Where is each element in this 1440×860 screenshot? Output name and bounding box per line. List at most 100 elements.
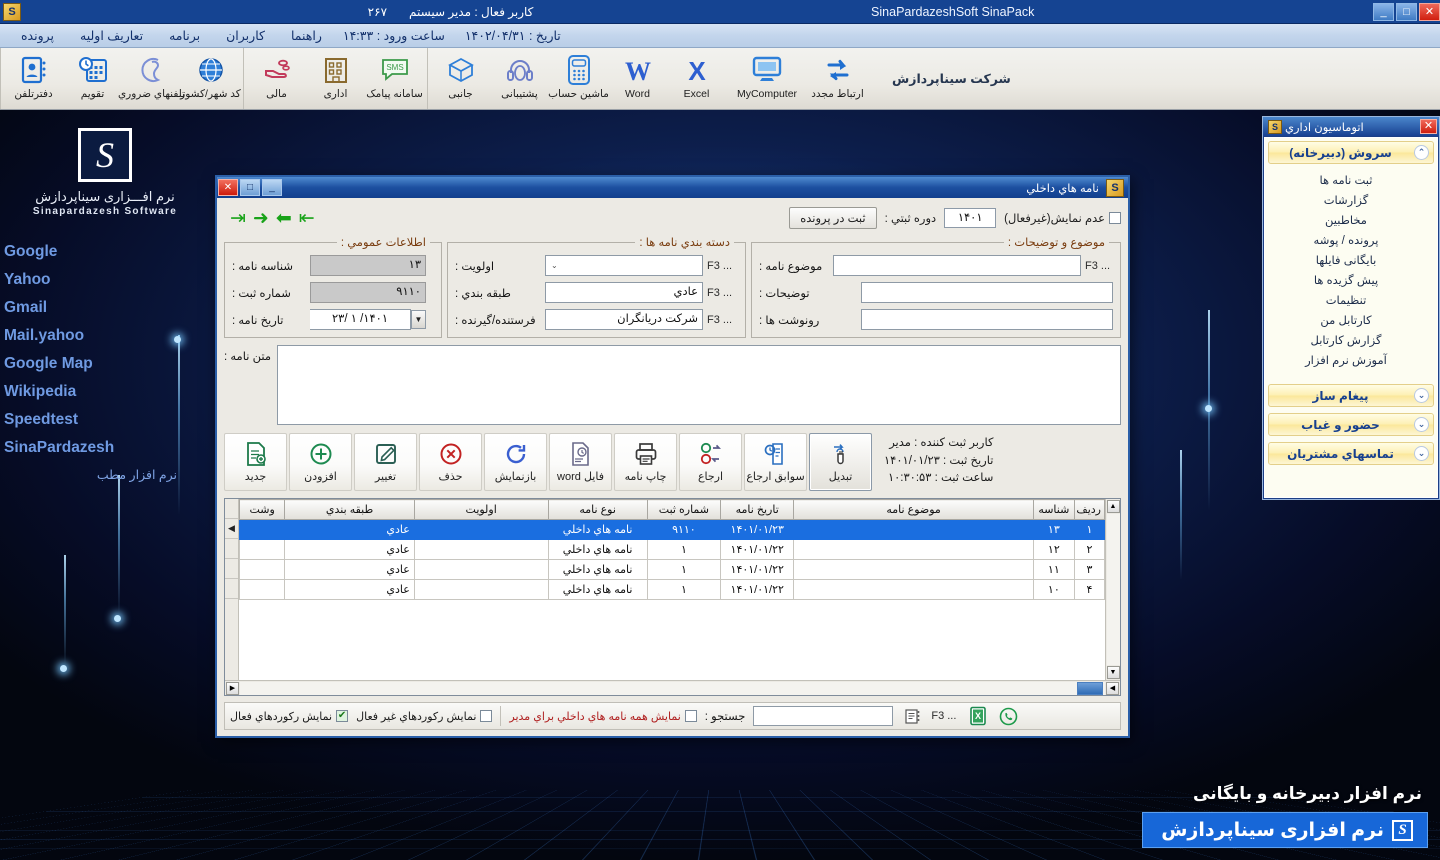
app-maximize-button[interactable]: □ [1396,2,1417,21]
col-identifier[interactable]: شناسه [1032,499,1075,520]
nav-prev-button[interactable]: ➜ [253,209,269,228]
period-input[interactable]: ۱۴۰۱ [944,208,997,228]
app-close-button[interactable]: ✕ [1419,2,1440,21]
letters-maximize-button[interactable]: □ [240,179,260,196]
hscroll-thumb[interactable] [1077,681,1103,695]
scroll-right-button[interactable]: ▶ [226,681,239,695]
col-register-number[interactable]: شماره ثبت [646,499,722,520]
app-window-controls[interactable]: ✕ □ _ [1370,2,1440,21]
toolbar-button-word[interactable]: W Word [608,50,667,108]
col-letter-date[interactable]: تاریخ نامه [720,499,795,520]
whatsapp-icon[interactable] [997,705,1019,727]
toolbar-button-phonebook[interactable]: دفترتلفن [4,50,63,108]
nav-last-button[interactable]: ⇤ [299,209,315,228]
grid-row-selector-rail[interactable]: ◀ [225,499,239,680]
letters-action-buttons[interactable]: جدید افزودن تغییر حذف بازنمایش فایل word… [224,433,872,491]
show-active-records-checkbox-wrap[interactable]: نمایش رکوردهاي فعال ✔ [230,710,349,723]
show-all-letters-checkbox-wrap[interactable]: نمایش همه نامه هاي داخلي براي مدیر [509,710,697,723]
chevron-down-icon[interactable]: ▼ [411,310,426,329]
grid-vertical-scrollbar[interactable]: ▲ ▼ [1105,499,1120,680]
toolbar-button-accessories[interactable]: جانبی [431,50,490,108]
quicklink-google-map[interactable]: Google Map [0,355,177,373]
menu-item-definitions[interactable]: تعاریف اولیه [67,26,156,45]
action-refresh-button[interactable]: بازنمایش [484,433,547,491]
action-delete-button[interactable]: حذف [419,433,482,491]
app-minimize-button[interactable]: _ [1373,2,1394,21]
action-edit-button[interactable]: تغییر [354,433,417,491]
menu-settings[interactable]: تنظیمات [1274,290,1428,310]
row-indicator[interactable] [225,539,238,559]
quicklink-sinapardazesh[interactable]: SinaPardazesh [0,439,177,457]
table-row[interactable]: ۲ ۱۲ ۱۴۰۱/۰۱/۲۲ ۱ نامه هاي داخلي عادي [239,539,1105,560]
search-options-icon[interactable] [901,705,923,727]
menu-software-training[interactable]: آموزش نرم افزار [1274,350,1428,370]
menu-file-folder[interactable]: پرونده / پوشه [1274,230,1428,250]
nav-next-button[interactable]: ⬅ [276,209,292,228]
col-priority[interactable]: اولویت [413,499,549,520]
accordion-section-attendance[interactable]: ⌄ حضور و غیاب [1268,413,1434,436]
quicklink-yahoo[interactable]: Yahoo [0,271,177,289]
quicklink-speedtest[interactable]: Speedtest [0,411,177,429]
nav-first-button[interactable]: ⇥ [230,209,246,228]
action-add-button[interactable]: افزودن [289,433,352,491]
copies-input[interactable] [861,309,1113,330]
scroll-up-button[interactable]: ▲ [1106,500,1120,513]
toolbar-button-calculator[interactable]: ماشین حساب [548,50,609,108]
toolbar-button-administrative[interactable]: اداری [306,50,365,108]
menu-my-cartable[interactable]: کارتابل من [1274,310,1428,330]
show-inactive-records-checkbox[interactable] [480,710,493,722]
register-in-file-button[interactable]: ثبت در پرونده [789,207,877,229]
quicklink-gmail[interactable]: Gmail [0,299,177,317]
priority-input[interactable]: ⌄ [545,255,703,276]
row-indicator[interactable] [225,559,238,579]
action-referral-button[interactable]: ارجاع [679,433,742,491]
letters-window-controls[interactable]: _ □ ✕ [218,179,282,196]
letter-date-picker[interactable]: ۱۴۰۱/ ۱ /۲۳ ▼ [310,309,426,330]
letters-minimize-button[interactable]: _ [262,179,282,196]
menu-item-program[interactable]: برنامه [156,26,213,45]
toolbar-button-finance[interactable]: مالی [247,50,306,108]
register-number-input[interactable]: ۹۱۱۰ [310,282,426,303]
quicklink-google[interactable]: Google [0,243,177,261]
menu-register-letters[interactable]: ثبت نامه ها [1274,170,1428,190]
accordion-items-soroush[interactable]: ثبت نامه ها گزارشات مخاطبین پرونده / پوش… [1268,166,1434,376]
toolbar-button-calendar[interactable]: تقویم [63,50,122,108]
menu-item-users[interactable]: کاربران [213,26,278,45]
col-copy[interactable]: وشت [239,499,286,520]
menu-item-file[interactable]: پرونده [8,26,67,45]
letter-id-input[interactable]: ۱۳ [310,255,426,276]
action-print-letter-button[interactable]: چاپ نامه [614,433,677,491]
action-convert-button[interactable]: تبدیل [809,433,872,491]
toolbar-button-sms-system[interactable]: SMS سامانه پیامک [365,50,424,108]
letter-date-input[interactable]: ۱۴۰۱/ ۱ /۲۳ [310,309,411,330]
row-indicator[interactable] [225,579,238,599]
description-input[interactable] [861,282,1113,303]
hscroll-track[interactable] [240,681,1105,695]
app-menubar[interactable]: پرونده تعاریف اولیه برنامه کاربران راهنم… [0,24,1440,48]
quick-links-list[interactable]: Google Yahoo Gmail Mail.yahoo Google Map… [0,243,210,482]
menu-file-archive[interactable]: بایگانی فایلها [1274,250,1428,270]
toolbar-button-excel[interactable]: X Excel [667,50,726,108]
scroll-left-button[interactable]: ◀ [1106,681,1119,695]
menu-item-help[interactable]: راهنما [278,26,335,45]
classification-input[interactable]: عادي [545,282,703,303]
accordion-section-customer-calls[interactable]: ⌄ تماسهاي مشتریان [1268,442,1434,465]
toolbar-button-emergency-phones[interactable]: تلفنهاي ضروري [118,50,185,108]
menu-presets[interactable]: پیش گزیده ها [1274,270,1428,290]
letter-body-textarea[interactable] [277,345,1121,425]
hide-inactive-checkbox-wrap[interactable]: عدم نمایش(غیرفعال) [1004,211,1121,225]
toolbar-button-city-country-code[interactable]: کد شهر/کشور [180,50,241,108]
quicklink-wikipedia[interactable]: Wikipedia [0,383,177,401]
accordion-section-soroush[interactable]: ⌃ سروش (دبیرخانه) [1268,141,1434,164]
action-new-button[interactable]: جدید [224,433,287,491]
excel-export-icon[interactable]: X [967,705,989,727]
subject-input[interactable] [833,255,1081,276]
quicklink-clinic-software[interactable]: نرم افزار مطب [0,467,177,482]
menu-contacts[interactable]: مخاطبین [1274,210,1428,230]
table-row[interactable]: ۴ ۱۰ ۱۴۰۱/۰۱/۲۲ ۱ نامه هاي داخلي عادي [239,579,1105,600]
menu-cartable-report[interactable]: گزارش کارتابل [1274,330,1428,350]
row-indicator-selected[interactable]: ◀ [225,519,238,539]
toolbar-button-reconnect[interactable]: ارتباط مجدد [808,50,867,108]
hide-inactive-checkbox[interactable] [1109,212,1121,224]
action-word-file-button[interactable]: فایل word [549,433,612,491]
